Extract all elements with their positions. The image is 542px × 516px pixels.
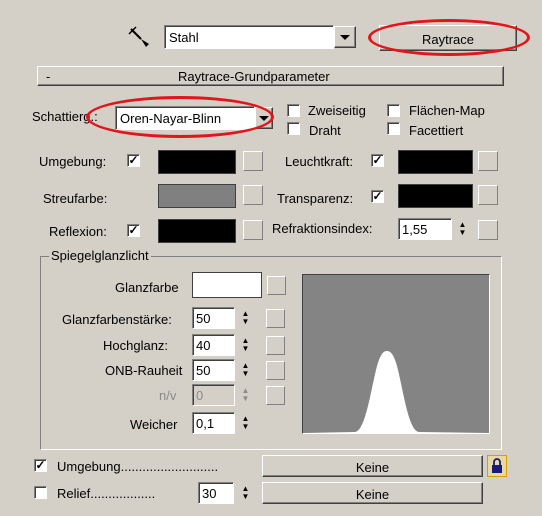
rollout-title: Raytrace-Grundparameter [178,69,330,84]
specular-color-swatch[interactable] [192,272,262,298]
refraction-index-label: Refraktionsindex: [272,221,373,236]
soften-spinner[interactable]: ▲ ▼ [239,413,252,433]
diffuse-color-swatch[interactable] [158,184,236,208]
face-map-label: Flächen-Map [409,103,485,118]
luminosity-color-swatch[interactable] [398,150,473,174]
glossiness-input[interactable]: 40 [192,334,235,356]
na-input: 0 [192,384,235,406]
map-bump-amount-input[interactable]: 30 [198,482,234,504]
material-name-field[interactable]: Stahl [164,25,334,49]
map-bump-checkbox[interactable] [34,486,47,499]
specular-color-label: Glanzfarbe [115,280,179,295]
reflection-map-button[interactable] [243,220,263,240]
two-sided-label: Zweiseitig [308,103,366,118]
glossiness-label: Hochglanz: [103,338,169,353]
highlight-curve-graph [302,274,490,434]
glossiness-map-button[interactable] [266,336,285,355]
luminosity-label: Leuchtkraft: [285,154,353,169]
map-ambient-button[interactable]: Keine [262,455,483,477]
onb-roughness-map-button[interactable] [266,361,285,380]
specular-level-spinner[interactable]: ▲ ▼ [239,308,252,328]
na-label: n/v [159,388,177,403]
chevron-down-icon [340,35,350,40]
diffuse-map-button[interactable] [243,185,263,205]
rollout-header[interactable]: - Raytrace-Grundparameter [37,66,504,86]
refraction-index-spinner[interactable]: ▲ ▼ [456,219,469,239]
lock-icon[interactable] [487,455,507,477]
ambient-map-button[interactable] [243,151,263,171]
reflection-checkbox[interactable]: ✓ [127,224,140,237]
map-ambient-checkbox[interactable]: ✓ [34,459,47,472]
material-name-dropdown-button[interactable] [334,26,356,48]
ambient-label: Umgebung: [39,154,107,169]
highlight-oval-raytrace [368,19,530,56]
transparency-color-swatch[interactable] [398,184,473,208]
specular-level-input[interactable]: 50 [192,307,235,329]
refraction-index-input[interactable]: 1,55 [398,218,452,240]
na-spinner: ▲ ▼ [241,386,250,403]
face-map-checkbox[interactable] [387,104,400,117]
reflection-color-swatch[interactable] [158,219,236,243]
map-ambient-label: Umgebung........................... [57,459,219,474]
soften-input[interactable]: 0,1 [192,412,235,434]
diffuse-label: Streufarbe: [43,191,108,206]
onb-roughness-input[interactable]: 50 [192,359,235,381]
specular-level-label: Glanzfarbenstärke: [62,312,172,327]
wire-checkbox[interactable] [287,122,300,135]
onb-roughness-label: ONB-Rauheit [105,363,183,378]
map-bump-button[interactable]: Keine [262,482,483,504]
glossiness-spinner[interactable]: ▲ ▼ [239,335,252,355]
eyedropper-icon[interactable] [127,25,153,47]
luminosity-checkbox[interactable]: ✓ [371,154,384,167]
specular-level-map-button[interactable] [266,309,285,328]
specular-color-map-button[interactable] [267,276,286,295]
rollout-collapse-toggle[interactable]: - [46,70,50,83]
highlight-oval-shader [86,96,274,138]
reflection-label: Reflexion: [49,224,107,239]
soften-label: Weicher [130,417,178,432]
faceted-checkbox[interactable] [387,122,400,135]
transparency-checkbox[interactable]: ✓ [371,190,384,203]
transparency-map-button[interactable] [478,185,498,205]
na-map-button [266,386,285,405]
ambient-color-swatch[interactable] [158,150,236,174]
specular-group-label: Spiegelglanzlicht [49,248,151,263]
map-bump-label: Relief.................. [57,486,156,501]
map-bump-amount-spinner[interactable]: ▲ ▼ [239,483,252,503]
ambient-checkbox[interactable]: ✓ [127,154,140,167]
faceted-label: Facettiert [409,123,464,138]
onb-roughness-spinner[interactable]: ▲ ▼ [239,360,252,380]
transparency-label: Transparenz: [277,191,354,206]
luminosity-map-button[interactable] [478,151,498,171]
material-name-value: Stahl [169,30,199,45]
two-sided-checkbox[interactable] [287,104,300,117]
wire-label: Draht [309,123,341,138]
refraction-map-button[interactable] [478,220,498,240]
